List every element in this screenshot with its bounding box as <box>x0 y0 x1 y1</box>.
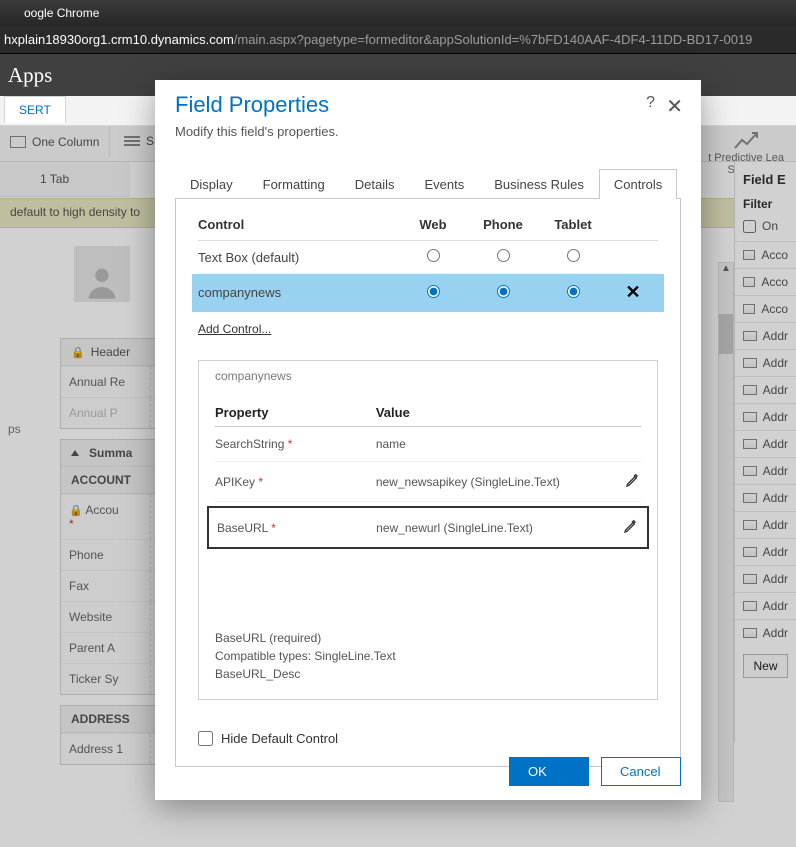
ok-button[interactable]: OK <box>509 757 589 786</box>
hide-default-checkbox[interactable] <box>198 731 213 746</box>
controls-panel: Control Web Phone Tablet Text Box (defau… <box>175 199 681 767</box>
url-domain: hxplain18930org1.crm10.dynamics.com <box>4 32 234 47</box>
tab-business-rules[interactable]: Business Rules <box>479 169 599 199</box>
tab-display[interactable]: Display <box>175 169 248 199</box>
add-control-link[interactable]: Add Control... <box>198 322 271 336</box>
col-control: Control <box>198 217 398 232</box>
edit-apikey-icon[interactable] <box>601 472 641 491</box>
controls-table-header: Control Web Phone Tablet <box>198 217 658 241</box>
desc-line3: BaseURL_Desc <box>215 665 641 683</box>
browser-titlebar: oogle Chrome <box>0 0 796 26</box>
property-table-header: Property Value <box>215 399 641 427</box>
property-row-baseurl[interactable]: BaseURL * new_newurl (SingleLine.Text) <box>207 506 649 549</box>
prop-value: new_newurl (SingleLine.Text) <box>376 521 599 535</box>
control-name: Text Box (default) <box>198 250 398 265</box>
tab-events[interactable]: Events <box>410 169 480 199</box>
prop-value: name <box>376 437 601 451</box>
control-row-companynews[interactable]: companynews ✕ <box>192 274 664 312</box>
prop-name: BaseURL <box>217 521 268 535</box>
radio-companynews-web[interactable] <box>427 285 440 298</box>
dialog-subtitle: Modify this field's properties. <box>175 124 681 139</box>
property-row-searchstring[interactable]: SearchString * name <box>215 427 641 462</box>
url-path: /main.aspx?pagetype=formeditor&appSoluti… <box>234 32 753 47</box>
required-icon: * <box>288 437 293 451</box>
edit-baseurl-icon[interactable] <box>599 518 639 537</box>
radio-textbox-phone[interactable] <box>497 249 510 262</box>
radio-textbox-web[interactable] <box>427 249 440 262</box>
tab-details[interactable]: Details <box>340 169 410 199</box>
radio-companynews-tablet[interactable] <box>567 285 580 298</box>
property-description: BaseURL (required) Compatible types: Sin… <box>215 629 641 683</box>
url-bar[interactable]: hxplain18930org1.crm10.dynamics.com/main… <box>0 26 796 54</box>
field-properties-dialog: ? ✕ Field Properties Modify this field's… <box>155 80 701 800</box>
col-web: Web <box>398 217 468 232</box>
help-icon[interactable]: ? <box>646 94 655 112</box>
required-icon: * <box>258 475 263 489</box>
desc-line2: Compatible types: SingleLine.Text <box>215 647 641 665</box>
close-icon[interactable]: ✕ <box>666 94 683 119</box>
col-property: Property <box>215 405 376 420</box>
remove-control-icon[interactable]: ✕ <box>608 282 658 303</box>
control-row-textbox[interactable]: Text Box (default) <box>198 241 658 274</box>
dialog-title: Field Properties <box>175 92 681 118</box>
tab-insert[interactable]: SERT <box>4 96 66 123</box>
prop-name: SearchString <box>215 437 284 451</box>
col-phone: Phone <box>468 217 538 232</box>
dialog-tabs: Display Formatting Details Events Busine… <box>175 169 681 199</box>
hide-default-label: Hide Default Control <box>221 731 338 746</box>
prop-name: APIKey <box>215 475 255 489</box>
required-icon: * <box>271 521 276 535</box>
tab-controls[interactable]: Controls <box>599 169 677 199</box>
tab-formatting[interactable]: Formatting <box>248 169 340 199</box>
properties-box: companynews Property Value SearchString … <box>198 360 658 700</box>
radio-companynews-phone[interactable] <box>497 285 510 298</box>
cancel-button[interactable]: Cancel <box>601 757 681 786</box>
radio-textbox-tablet[interactable] <box>567 249 580 262</box>
prop-value: new_newsapikey (SingleLine.Text) <box>376 475 601 489</box>
col-value: Value <box>376 405 601 420</box>
desc-line1: BaseURL (required) <box>215 629 641 647</box>
control-name: companynews <box>198 285 398 300</box>
hide-default-control-row[interactable]: Hide Default Control <box>198 731 338 746</box>
col-tablet: Tablet <box>538 217 608 232</box>
selected-control-name: companynews <box>215 369 641 383</box>
property-row-apikey[interactable]: APIKey * new_newsapikey (SingleLine.Text… <box>215 462 641 502</box>
